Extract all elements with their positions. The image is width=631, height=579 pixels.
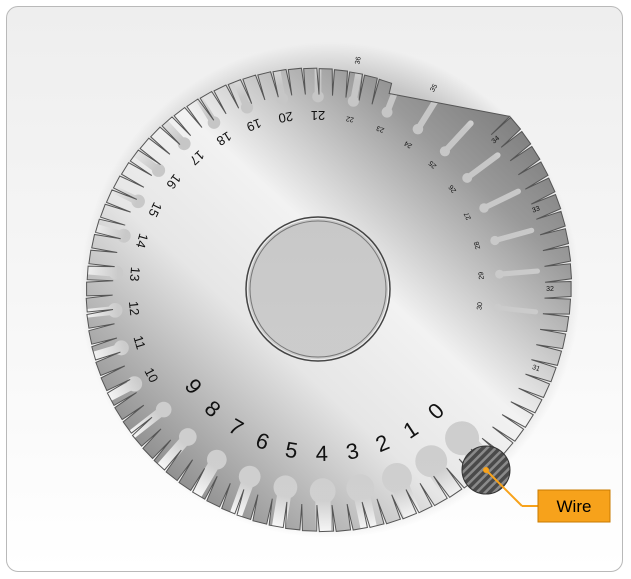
gauge-slot-label: 29 bbox=[478, 271, 486, 279]
diagram-stage: 0 1 2 3 4 5 6 7 8 9 10 11 12 13 14 15 16 17 18 19 20 21 22 23 24… bbox=[0, 0, 631, 579]
callout-dot bbox=[483, 467, 489, 473]
wire-gauge-diagram: 012345678910111213141516171819 20 21 222324… bbox=[0, 0, 631, 579]
gauge-slot-label: 30 bbox=[476, 302, 484, 311]
gauge-disc bbox=[0, 0, 631, 579]
gauge-slot-label: 20 bbox=[277, 109, 294, 126]
gauge-slot-label: 12 bbox=[126, 300, 142, 316]
wire-callout-label: Wire bbox=[557, 497, 592, 516]
gauge-slot-label: 4 bbox=[315, 441, 328, 466]
gauge-slot-label: 13 bbox=[127, 266, 143, 282]
gauge-slot-label: 21 bbox=[311, 108, 325, 123]
gauge-back-label: 32 bbox=[546, 286, 554, 293]
gauge-slot-label: 22 bbox=[345, 114, 354, 122]
gauge-back-label: 36 bbox=[355, 56, 363, 65]
